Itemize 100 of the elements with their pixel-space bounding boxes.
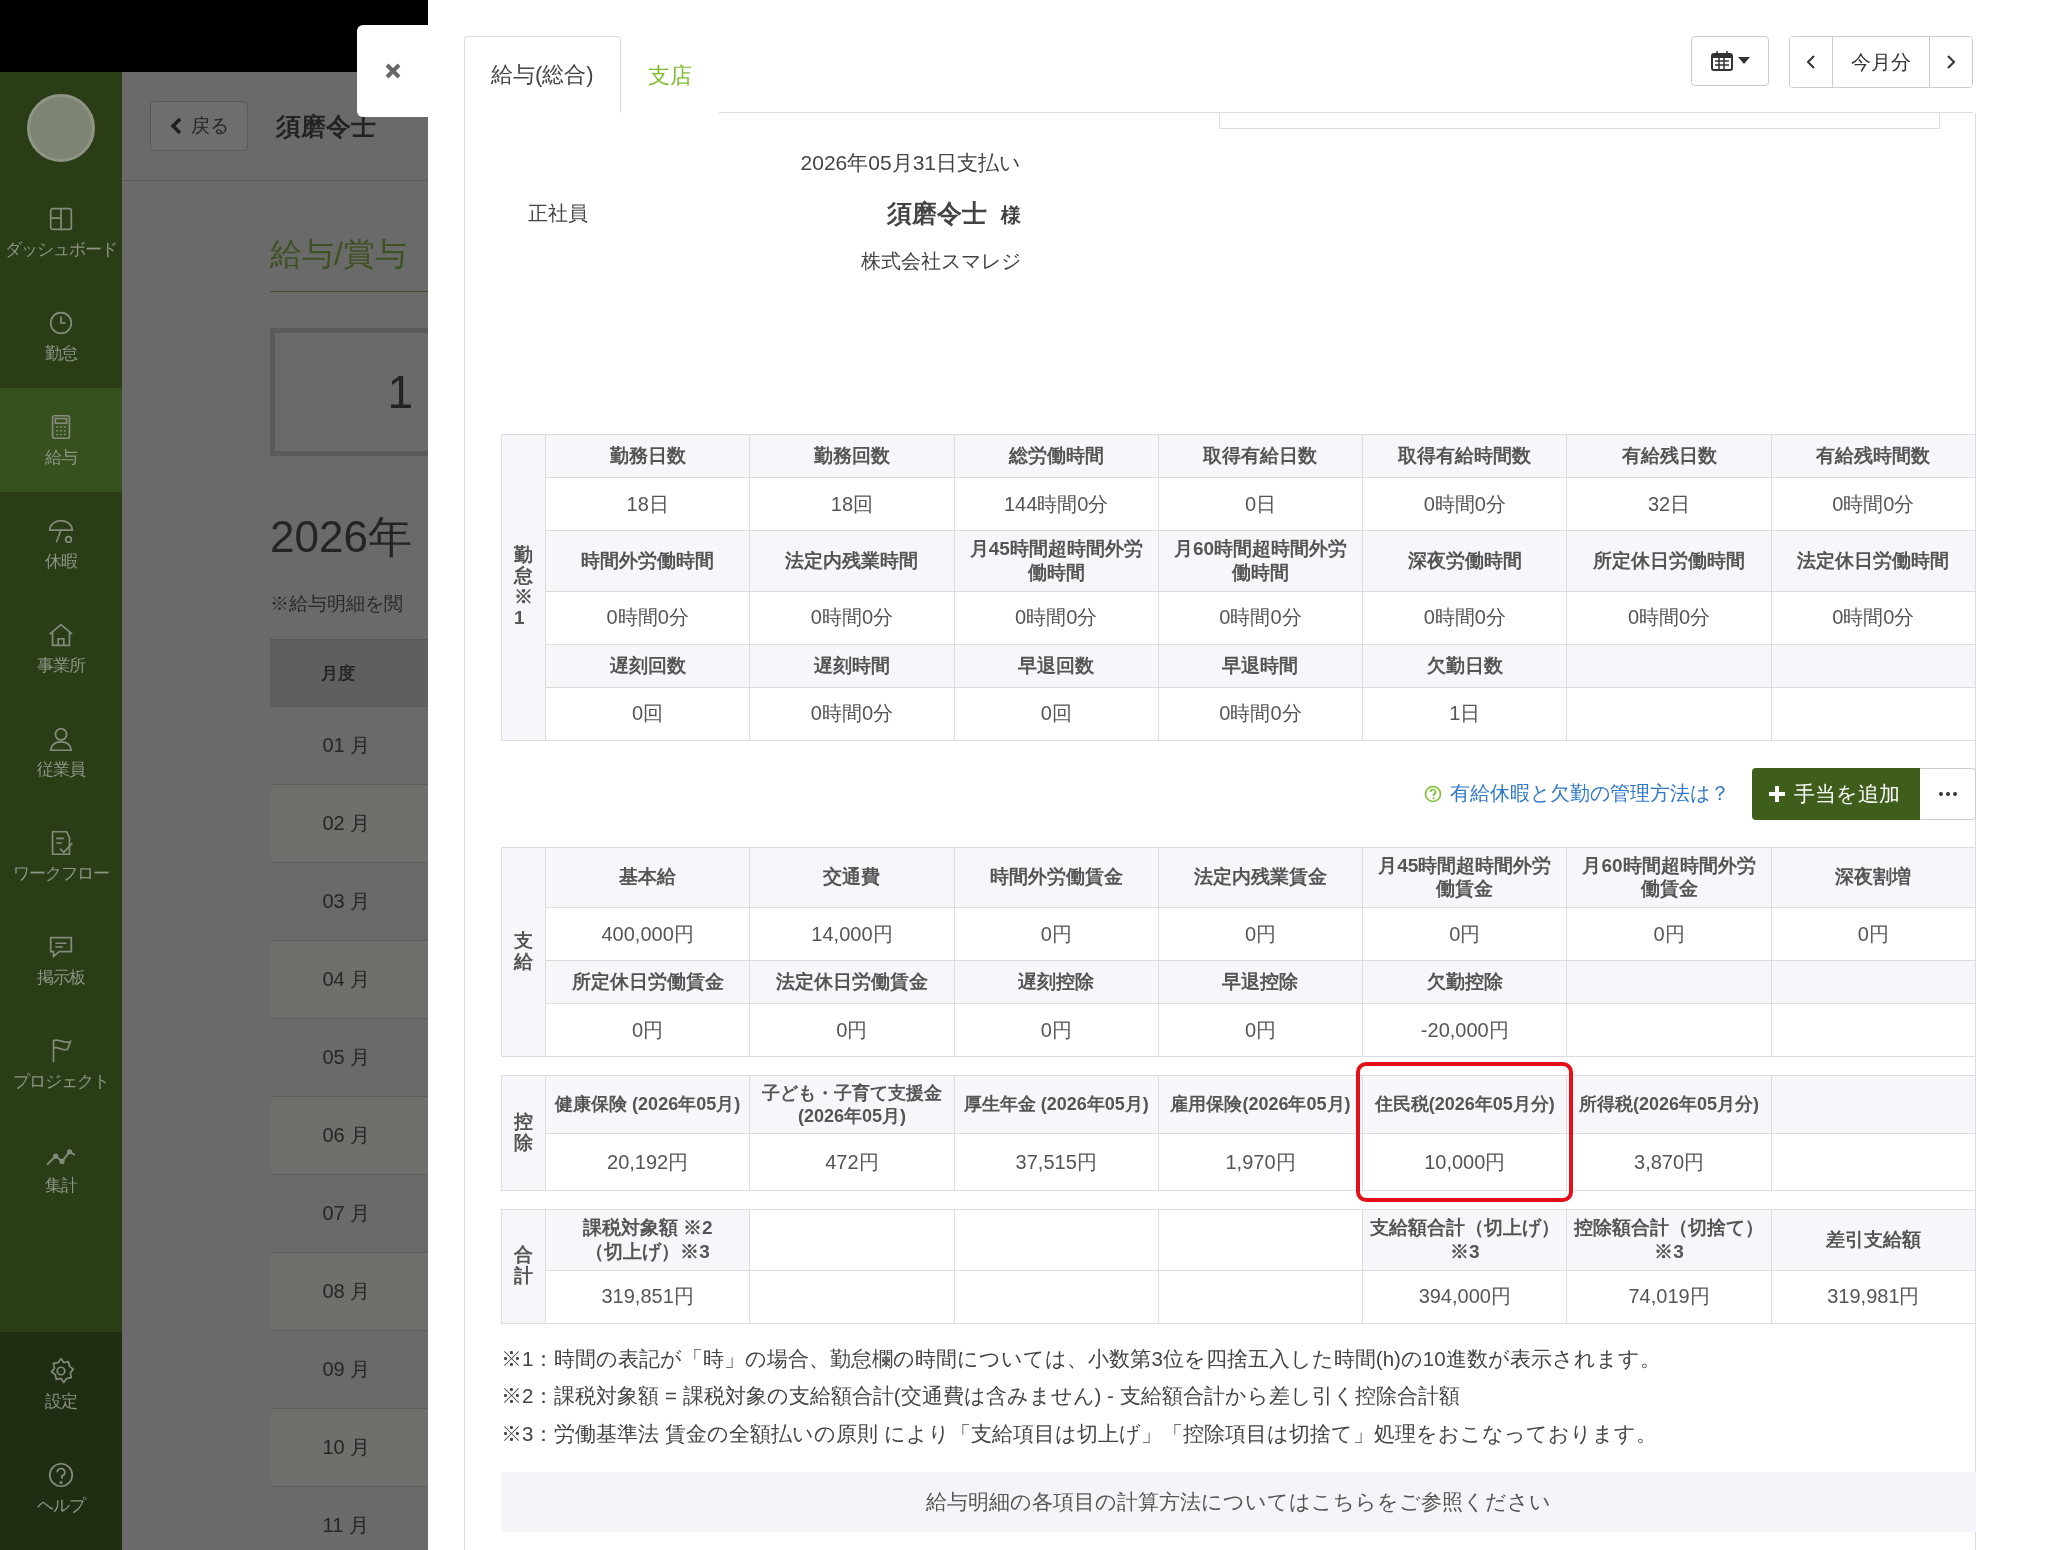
sidebar-item[interactable]: 集計 [0,1116,122,1220]
month-row[interactable]: 06 月 [270,1096,428,1175]
column-header: 深夜割増 [1835,865,1912,890]
table-cell-text: 14,000円 [811,921,893,947]
sidebar-item[interactable]: ワークフロー [0,804,122,908]
column-header: 早退控除 [1222,970,1299,994]
footnote: ※3：労働基準法 賃金の全額払いの原則 により「支給項目は切上げ」「控除項目は切捨て」処理をおこなっております。 [501,1420,1658,1447]
month-row[interactable]: 01 月 [270,706,428,785]
column-header: 所定休日労働賃金 [571,970,724,994]
sidebar-item[interactable]: ダッシュボード [0,180,122,284]
chevron-left-icon [169,117,183,135]
table-cell-text: 1日 [1449,701,1481,726]
table-cell-text: 0時間0分 [1832,491,1915,517]
sidebar-item[interactable]: 従業員 [0,700,122,804]
column-header: 法定休日労働賃金 [775,970,928,994]
sidebar-item[interactable]: 設定 [0,1332,122,1436]
table-cell-text: 0円 [1244,921,1277,947]
table-cell-text: 0円 [632,1017,664,1043]
column-header: 月60時間超時間外労働時間 [1172,537,1349,585]
calculation-info-link[interactable]: 給与明細の各項目の計算方法についてはこちらをご参照ください [501,1472,1976,1532]
table-cell-text: 0円 [1653,921,1685,947]
column-header: 遅刻控除 [1018,970,1095,994]
question-icon [1424,784,1442,803]
footnote: ※1：時間の表記が「時」の場合、勤怠欄の時間については、小数第3位を四捨五入した時間(h)の10進数が表示されます。 [501,1345,1662,1372]
table-cell-text: 400,000円 [601,921,694,947]
table-cell-text: 0時間0分 [1627,605,1711,630]
table-cell-text: 0時間0分 [1832,605,1915,630]
column-header: 支給額合計（切上げ）※3 [1369,1216,1561,1264]
column-header: 有給残日数 [1621,444,1717,468]
sidebar-item[interactable]: 給与 [0,388,122,492]
column-header: 遅刻回数 [609,653,686,678]
table-cell-text: -20,000円 [1420,1017,1509,1043]
table-cell-text: 37,515円 [1015,1149,1097,1175]
table-cell-text: 0円 [836,1017,868,1043]
section-label: 勤怠※1 [514,545,533,630]
table-cell-text: 319,981円 [1827,1284,1920,1309]
column-header: 交通費 [823,865,881,890]
table-cell-text: 394,000円 [1418,1284,1511,1309]
current-month-button[interactable]: 今月分 [1832,37,1930,87]
column-header: 総労働時間 [1008,444,1104,468]
calendar-button[interactable] [1691,36,1769,86]
column-header: 早退回数 [1018,653,1095,678]
month-row[interactable]: 04 月 [270,940,428,1019]
sidebar-item[interactable]: プロジェクト [0,1012,122,1116]
column-header: 月45時間超時間外労働賃金 [1377,853,1553,901]
table-cell-text: 0時間0分 [1423,605,1506,630]
column-header: 法定休日労働時間 [1797,548,1950,573]
column-header: 基本給 [619,865,677,890]
month-row[interactable]: 10 月 [270,1408,428,1487]
column-header: 雇用保険(2026年05月) [1170,1093,1351,1116]
table-cell-text: 0日 [1244,491,1277,517]
month-row[interactable]: 02 月 [270,784,428,863]
table-cell-text: 0時間0分 [1219,605,1302,630]
table-cell-text: 0円 [1244,1017,1277,1043]
close-icon [383,62,402,80]
table-cell-text: 0時間0分 [810,701,894,726]
footnote: ※2：課税対象額 = 課税対象の支給額合計(交通費は含みません) - 支給額合計から差し引く控除合計額 [501,1383,1461,1409]
column-header: 勤務回数 [813,444,890,468]
year-heading: 2026年 [270,511,413,563]
table-cell-text: 3,870円 [1634,1149,1705,1175]
table-cell-text: 18日 [626,491,669,517]
help-link[interactable]: 有給休暇と欠勤の管理方法は？ [1424,780,1730,807]
column-header: 時間外労働賃金 [989,865,1123,890]
column-header: 欠勤日数 [1426,653,1503,678]
pay-date: 2026年05月31日支払い [799,150,1021,176]
sidebar-item[interactable]: 掲示板 [0,908,122,1012]
tab[interactable]: 給与(総合) [464,36,621,113]
table-cell-text: 20,192円 [607,1149,689,1175]
sidebar-item[interactable]: ヘルプ [0,1436,122,1540]
month-row[interactable]: 08 月 [270,1252,428,1331]
column-header: 控除額合計（切捨て）※3 [1573,1216,1765,1264]
add-allowance-button[interactable]: 手当を追加 [1752,767,1920,820]
table-cell-text: 0回 [632,701,664,726]
chevron-left-icon [1806,55,1816,69]
column-header: 勤務日数 [609,444,686,468]
section-label: 合計 [514,1245,533,1288]
section-label: 控除 [514,1112,533,1154]
column-header: 月60時間超時間外労働賃金 [1581,853,1757,901]
table-cell-text: 472円 [825,1149,879,1175]
table-cell-text: 10,000円 [1424,1149,1506,1175]
more-button[interactable] [1920,767,1976,820]
table-cell-text: 18回 [830,491,874,517]
calendar-icon [1710,51,1733,71]
close-button[interactable] [357,25,428,117]
sidebar-item[interactable]: 休暇 [0,492,122,596]
month-row[interactable]: 05 月 [270,1018,428,1097]
column-header: 月45時間超時間外労働時間 [968,537,1144,585]
month-row[interactable]: 03 月 [270,862,428,941]
summary-value: 1 [387,365,413,419]
table-cell-text: 0回 [1040,701,1072,726]
page-title: 給与/賞与 [270,233,428,292]
sidebar-item[interactable]: 勤怠 [0,284,122,388]
month-row[interactable]: 09 月 [270,1330,428,1409]
sidebar-item[interactable]: 事業所 [0,596,122,700]
more-icon [1938,791,1957,796]
month-row[interactable]: 07 月 [270,1174,428,1253]
column-header: 有給残時間数 [1816,444,1931,468]
column-header: 子ども・子育て支援金(2026年05月) [760,1082,943,1127]
column-header: 遅刻時間 [813,653,890,678]
back-button[interactable]: 戻る [150,101,248,151]
